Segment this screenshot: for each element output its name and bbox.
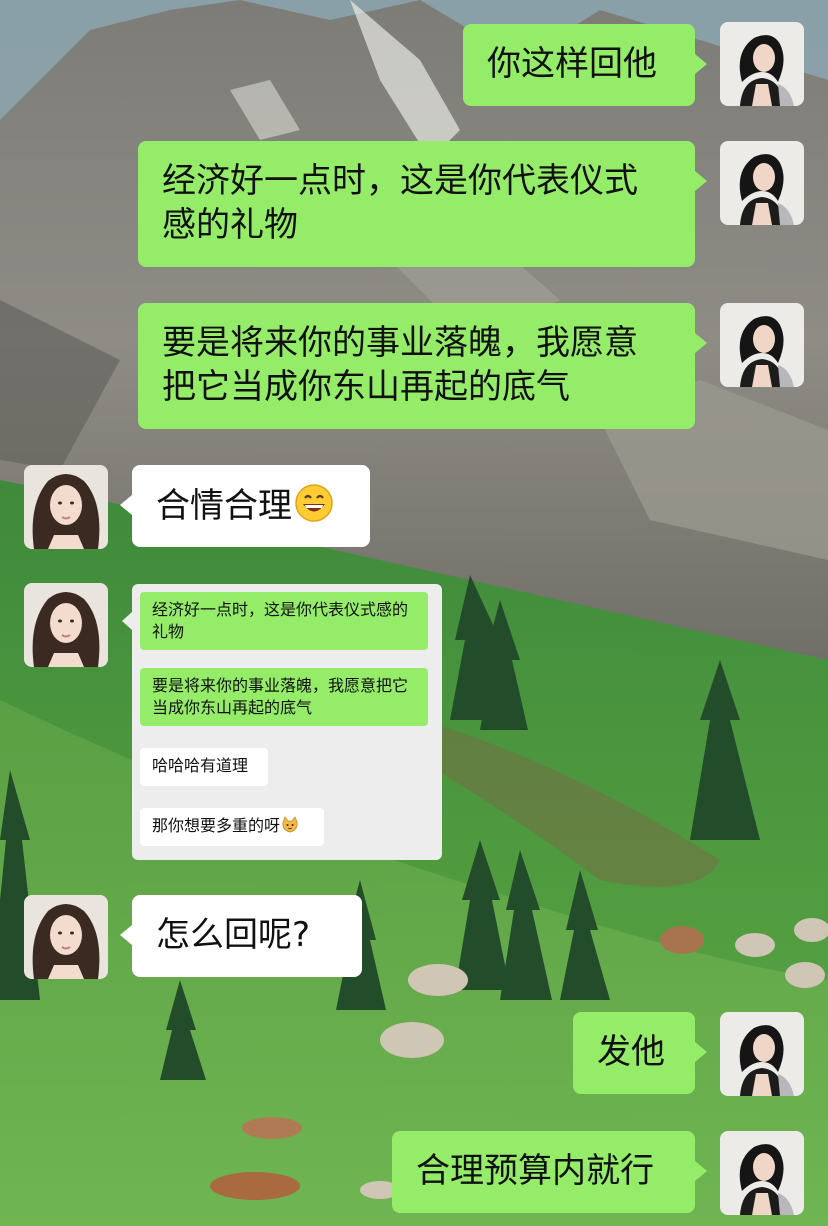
woman-dark-hair-avatar-icon	[720, 1131, 804, 1215]
self-avatar[interactable]	[720, 1131, 804, 1215]
message-bubble-self[interactable]: 经济好一点时，这是你代表仪式感的礼物	[138, 141, 707, 267]
screenshot-message-text: 要是将来你的事业落魄，我愿意把它当成你东山再起的底气	[152, 676, 409, 717]
message-bubble-self[interactable]: 你这样回他	[463, 24, 707, 106]
screenshot-message-self: 要是将来你的事业落魄，我愿意把它当成你东山再起的底气	[140, 668, 428, 726]
woman-dark-hair-avatar-icon	[720, 22, 804, 106]
message-bubble-other[interactable]: 合情合理	[120, 465, 370, 547]
woman-dark-hair-avatar-icon	[720, 1012, 804, 1096]
screenshot-message-self: 经济好一点时，这是你代表仪式感的礼物	[140, 592, 428, 650]
self-avatar[interactable]	[720, 22, 804, 106]
self-avatar[interactable]	[720, 303, 804, 387]
other-avatar[interactable]	[24, 583, 108, 667]
message-text: 发他	[597, 1032, 665, 1072]
woman-dark-hair-avatar-icon	[720, 303, 804, 387]
self-avatar[interactable]	[720, 141, 804, 225]
screenshot-message-other: 哈哈哈有道理	[140, 748, 268, 786]
chat-screenshot-image[interactable]: 经济好一点时，这是你代表仪式感的礼物 要是将来你的事业落魄，我愿意把它当成你东山…	[122, 584, 442, 860]
other-avatar[interactable]	[24, 465, 108, 549]
message-text: 怎么回呢?	[156, 915, 311, 955]
message-text: 要是将来你的事业落魄，我愿意把它当成你东山再起的底气	[162, 323, 638, 407]
woman-wavy-hair-avatar-icon	[24, 895, 108, 979]
grinning-face-icon	[295, 484, 333, 522]
message-bubble-self[interactable]: 要是将来你的事业落魄，我愿意把它当成你东山再起的底气	[138, 303, 707, 429]
message-text: 合理预算内就行	[416, 1151, 654, 1191]
self-avatar[interactable]	[720, 1012, 804, 1096]
message-bubble-self[interactable]: 发他	[573, 1012, 707, 1094]
message-text: 经济好一点时，这是你代表仪式感的礼物	[162, 161, 638, 245]
message-text: 你这样回他	[487, 44, 657, 84]
screenshot-message-text: 哈哈哈有道理	[152, 756, 249, 775]
cat-face-icon	[282, 816, 298, 833]
woman-dark-hair-avatar-icon	[720, 141, 804, 225]
screenshot-message-text: 那你想要多重的呀	[152, 816, 281, 835]
screenshot-message-text: 经济好一点时，这是你代表仪式感的礼物	[152, 600, 409, 641]
screenshot-message-other: 那你想要多重的呀	[140, 808, 324, 846]
woman-wavy-hair-avatar-icon	[24, 465, 108, 549]
message-bubble-other[interactable]: 怎么回呢?	[120, 895, 362, 977]
message-text: 合情合理	[156, 486, 292, 526]
woman-wavy-hair-avatar-icon	[24, 583, 108, 667]
message-bubble-self[interactable]: 合理预算内就行	[392, 1131, 707, 1213]
other-avatar[interactable]	[24, 895, 108, 979]
